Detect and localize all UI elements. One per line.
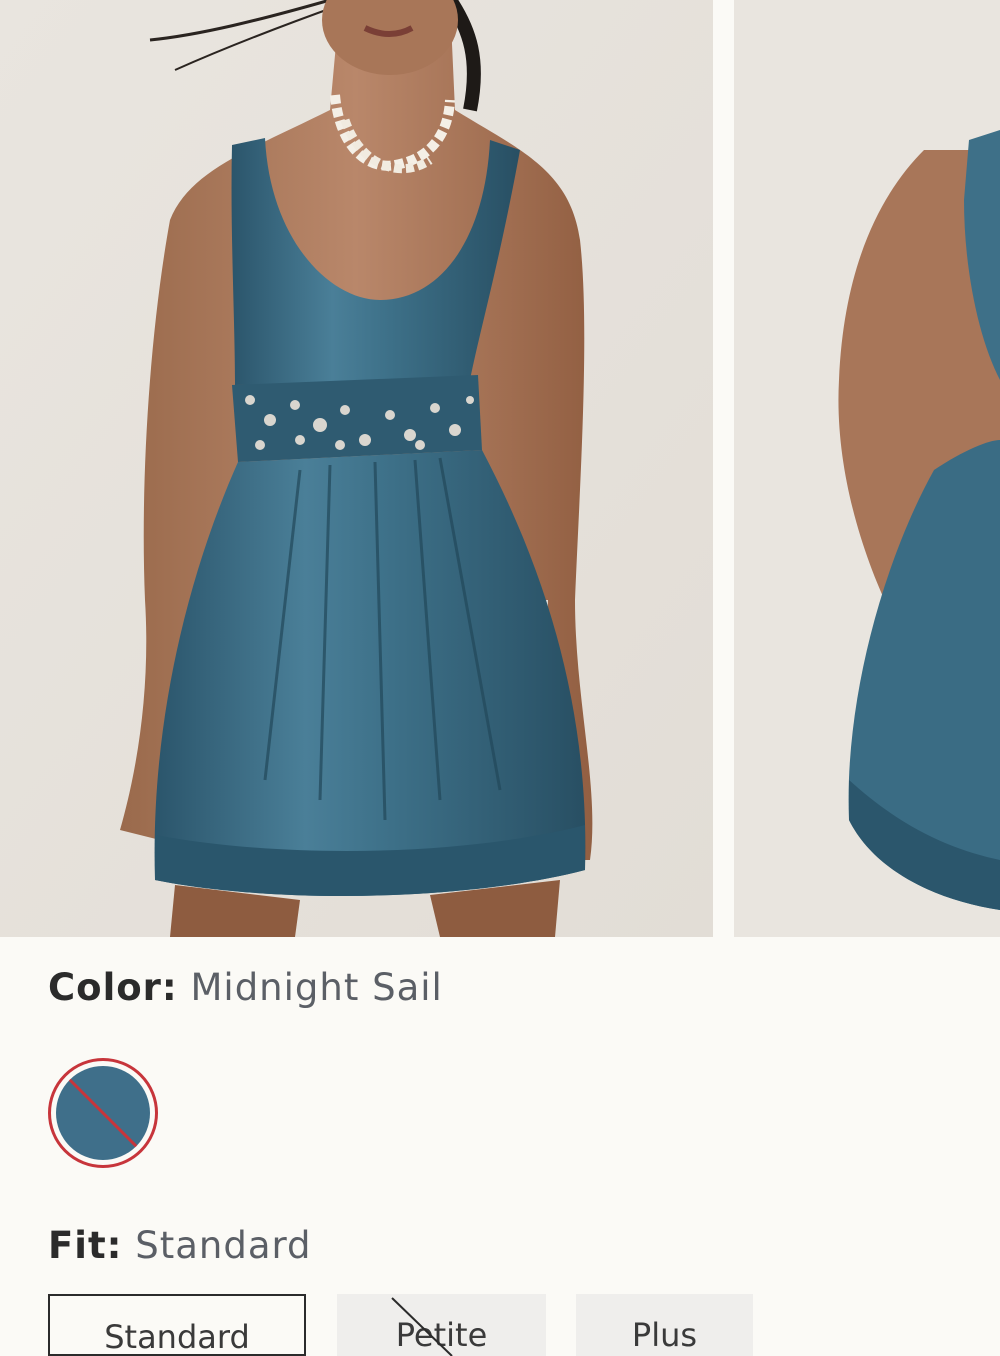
color-value: Midnight Sail [190, 966, 443, 1009]
dress-front-illustration [0, 0, 713, 937]
fit-option-label: Standard [104, 1318, 250, 1356]
color-selection-label: Color: Midnight Sail [48, 966, 443, 1009]
fit-selection-label: Fit: Standard [48, 1224, 312, 1267]
dress-back-illustration [734, 0, 1000, 937]
fit-option-standard[interactable]: Standard [48, 1294, 306, 1356]
fit-option-label: Plus [631, 1316, 698, 1354]
color-label: Color: [48, 966, 178, 1009]
color-swatch-midnight-sail[interactable] [48, 1058, 158, 1168]
fit-label: Fit: [48, 1224, 123, 1267]
fit-value: Standard [135, 1224, 312, 1267]
product-image-gallery[interactable] [0, 0, 1000, 937]
product-image-back[interactable] [734, 0, 1000, 937]
product-image-front[interactable] [0, 0, 713, 937]
fit-option-plus[interactable]: Plus [576, 1294, 753, 1356]
swatch-fill [56, 1066, 150, 1160]
unavailable-slash-icon [64, 1074, 142, 1152]
fit-option-petite[interactable]: Petite [337, 1294, 546, 1356]
unavailable-slash-icon [391, 1297, 453, 1356]
